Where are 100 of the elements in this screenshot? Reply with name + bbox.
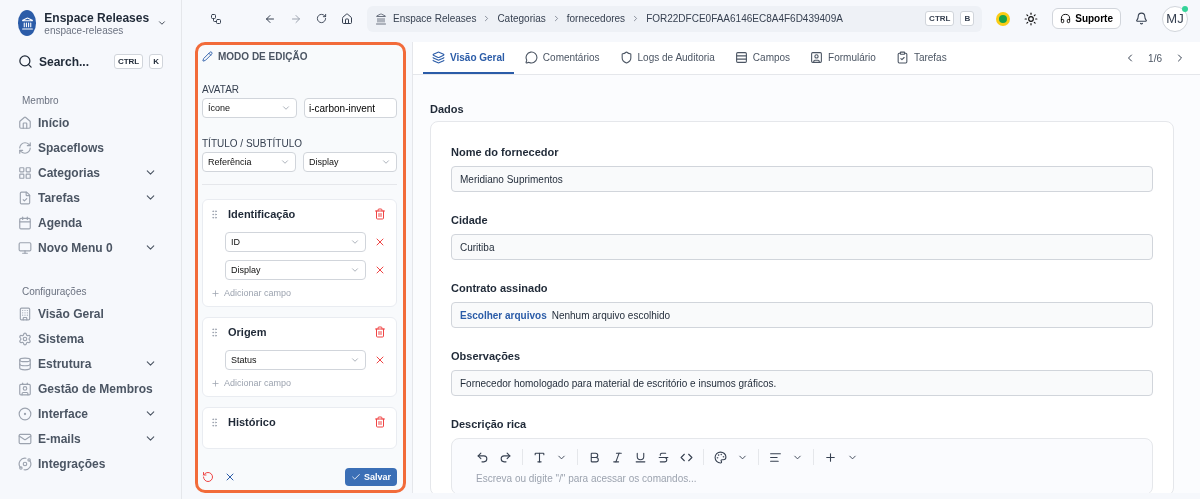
- icon-input[interactable]: i-carbon-invent: [304, 98, 397, 118]
- grid-icon: [18, 165, 32, 180]
- reload-button[interactable]: [316, 13, 327, 24]
- field-label: Descrição rica: [451, 418, 528, 430]
- caret-icon: [350, 237, 360, 247]
- field-label: Nome do fornecedor: [451, 146, 560, 158]
- reset-button[interactable]: [202, 471, 214, 483]
- sidebar-item[interactable]: Categorias: [18, 160, 181, 185]
- remove-icon: [374, 236, 386, 248]
- sidebar-item[interactable]: Interface: [18, 401, 181, 426]
- remove-icon: [374, 264, 386, 276]
- tab[interactable]: Tarefas: [886, 42, 956, 74]
- bank-icon: [375, 12, 387, 25]
- breadcrumb-item[interactable]: Enspace Releases: [393, 13, 477, 24]
- key-cap: K: [149, 54, 163, 69]
- notifications-button[interactable]: [1135, 12, 1148, 25]
- key-cap: CTRL: [113, 54, 144, 69]
- workspace-logo: [18, 10, 37, 36]
- building-icon: [18, 306, 32, 321]
- sidebar-item[interactable]: Gestão de Membros: [18, 376, 181, 401]
- breadcrumb-item[interactable]: FOR22DFCE0FAA6146EC8A4F6D439409A: [646, 13, 843, 24]
- drag-handle-icon: [209, 326, 220, 338]
- sidebar-item[interactable]: Agenda: [18, 210, 181, 235]
- italic-icon: [611, 450, 624, 464]
- trash-icon: [374, 326, 386, 338]
- user-avatar[interactable]: MJ: [1162, 5, 1188, 32]
- field-label: Observações: [451, 350, 522, 362]
- field-select[interactable]: ID: [225, 232, 366, 252]
- group-name: Identificação: [228, 208, 297, 220]
- editor-placeholder: Escreva ou digite "/" para acessar os comandos...: [476, 473, 698, 484]
- text-field[interactable]: Meridiano Suprimentos: [451, 166, 1153, 192]
- workspace-slug: enspace-releases: [44, 24, 125, 36]
- back-button[interactable]: [264, 12, 276, 25]
- search-label[interactable]: Search...: [39, 54, 108, 69]
- tab[interactable]: Logs de Auditoria: [610, 42, 724, 74]
- text-field[interactable]: Curitiba: [451, 234, 1153, 260]
- breadcrumb-item[interactable]: fornecedores: [566, 13, 626, 24]
- refresh-icon: [18, 140, 32, 155]
- key-cap: CTRL: [925, 11, 955, 26]
- file-field[interactable]: Escolher arquivos Nenhum arquivo escolhido: [451, 302, 1153, 328]
- tab[interactable]: Comentários: [515, 42, 609, 74]
- key-cap: B: [960, 11, 975, 26]
- support-button[interactable]: Suporte: [1052, 8, 1121, 29]
- tab[interactable]: Formulário: [801, 42, 885, 74]
- caret-icon: [381, 157, 391, 167]
- clipboard-icon: [895, 50, 909, 64]
- file-status: Nenhum arquivo escolhido: [551, 309, 671, 321]
- calendar-icon: [18, 215, 32, 230]
- sun-icon: [1024, 11, 1039, 26]
- pencil-icon: [202, 51, 213, 62]
- cancel-button[interactable]: [224, 471, 236, 483]
- field-select[interactable]: Status: [225, 350, 366, 370]
- field-label: Contrato assinado: [451, 282, 549, 294]
- section-title: Membro: [22, 95, 60, 106]
- sidebar-item[interactable]: Integrações: [18, 451, 181, 476]
- drag-handle-icon: [209, 208, 220, 220]
- monitor-icon: [18, 240, 32, 255]
- shield-icon: [619, 50, 633, 64]
- sidebar-item[interactable]: Estrutura: [18, 351, 181, 376]
- underline-icon: [634, 450, 647, 464]
- caret-icon: [350, 355, 360, 365]
- sidebar-item[interactable]: E-mails: [18, 426, 181, 451]
- strikethrough-icon: [657, 450, 670, 464]
- subtitle-select[interactable]: Display: [303, 152, 397, 172]
- circle-icon: [18, 406, 32, 421]
- document-icon: [18, 190, 32, 205]
- mail-icon: [18, 431, 32, 446]
- layout-toggle-button[interactable]: [210, 12, 222, 25]
- trash-icon: [374, 416, 386, 428]
- caret-icon: [280, 157, 290, 167]
- tab[interactable]: Campos: [725, 42, 800, 74]
- section-title: Dados: [430, 103, 465, 115]
- plus-icon: [211, 378, 220, 388]
- headset-icon: [1060, 13, 1072, 24]
- sidebar-item[interactable]: Sistema: [18, 326, 181, 351]
- sidebar-item[interactable]: Novo Menu 0: [18, 235, 181, 260]
- field-label: Cidade: [451, 214, 489, 226]
- rows-icon: [734, 50, 748, 64]
- text-field[interactable]: Fornecedor homologado para material de escritório e insumos gráficos.: [451, 370, 1153, 396]
- avatar-type-select[interactable]: Ícone: [202, 98, 297, 118]
- contact-card-icon: [18, 381, 32, 396]
- field-label: TÍTULO / SUBTÍTULO: [202, 138, 303, 149]
- title-select[interactable]: Referência: [202, 152, 296, 172]
- bold-icon: [588, 450, 601, 464]
- sidebar-item[interactable]: Início: [18, 110, 181, 135]
- group-name: Origem: [228, 326, 268, 338]
- remove-icon: [374, 354, 386, 366]
- sidebar-item[interactable]: Visão Geral: [18, 301, 181, 326]
- house-icon: [18, 115, 32, 130]
- choose-files-button[interactable]: Escolher arquivos: [460, 309, 547, 321]
- home-button[interactable]: [341, 12, 353, 25]
- save-button[interactable]: Salvar: [344, 468, 397, 486]
- status-dot: [1182, 5, 1188, 12]
- field-select[interactable]: Display: [225, 260, 366, 280]
- sidebar-item[interactable]: Tarefas: [18, 185, 181, 210]
- layers-icon: [432, 50, 445, 64]
- breadcrumb-item[interactable]: Categorias: [497, 13, 546, 24]
- chat-bubble-icon: [524, 50, 538, 64]
- check-icon: [350, 472, 361, 482]
- sidebar-item[interactable]: Spaceflows: [18, 135, 181, 160]
